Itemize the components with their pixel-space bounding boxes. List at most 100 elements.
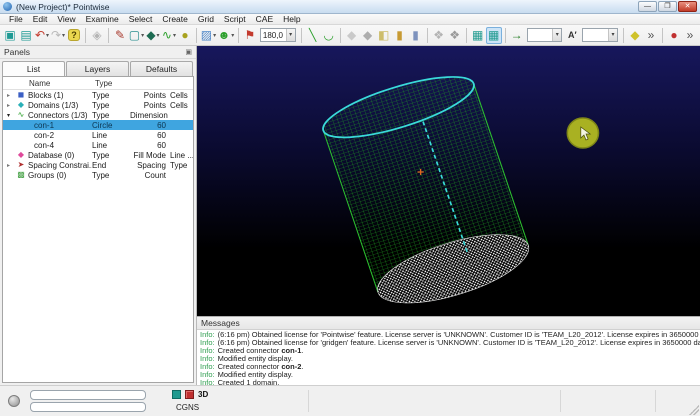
dropdown-caret-icon[interactable]: ▾ xyxy=(173,32,176,39)
menu-help[interactable]: Help xyxy=(278,14,305,24)
dimension-combo[interactable]: ▾ xyxy=(582,28,618,42)
trackball-button[interactable]: ● xyxy=(177,27,193,44)
show-hide-button[interactable]: ◈ xyxy=(89,27,105,44)
tree-column-name[interactable]: Name xyxy=(3,79,95,88)
tree-row-connectors-1-3[interactable]: ▾∿Connectors (1/3)TypeDimension xyxy=(3,110,193,120)
solve-grid-selected-button[interactable]: ▦ xyxy=(486,27,502,44)
dropdown-caret-icon[interactable]: ▾ xyxy=(231,32,234,39)
spacing-combo[interactable]: ▾ xyxy=(527,28,563,42)
dropdown-arrow-icon[interactable]: ▾ xyxy=(552,29,561,41)
dropdown-caret-icon[interactable]: ▾ xyxy=(141,32,144,39)
two-point-line-button[interactable]: ╲ xyxy=(305,27,321,44)
domain-structured-button[interactable]: ◆ xyxy=(344,27,360,44)
tab-list[interactable]: List xyxy=(2,61,65,76)
dropdown-caret-icon[interactable]: ▾ xyxy=(157,32,160,39)
mask-button[interactable]: ☻▾ xyxy=(217,27,235,44)
menu-grid[interactable]: Grid xyxy=(193,14,219,24)
messages-header: Messages ▣ × xyxy=(197,317,700,330)
export-button[interactable]: ▤ xyxy=(18,27,34,44)
dropdown-arrow-icon[interactable]: ▾ xyxy=(286,29,295,41)
trim-surface-button[interactable]: ◧ xyxy=(376,27,392,44)
assemble-block-blue-button[interactable]: ▮ xyxy=(408,27,424,44)
assemble-special-2-button[interactable]: ❖ xyxy=(447,27,463,44)
redo-button[interactable]: ↷▾ xyxy=(50,27,66,44)
curve-button[interactable]: ◡ xyxy=(321,27,337,44)
status-divider xyxy=(560,390,561,412)
tree-row-spacing-constrai[interactable]: ▸➤Spacing Constrai...EndSpacingType xyxy=(3,160,193,170)
tab-layers[interactable]: Layers xyxy=(66,61,129,76)
help-icon: ? xyxy=(68,29,80,41)
expander-icon[interactable]: ▸ xyxy=(3,92,14,99)
overflow-2-button[interactable]: » xyxy=(682,27,698,44)
tree-row-domains-1-3[interactable]: ▸◆Domains (1/3)TypePointsCells xyxy=(3,100,193,110)
panels-float-icon[interactable]: ▣ xyxy=(185,48,192,56)
menu-file[interactable]: File xyxy=(4,14,28,24)
tree-row-groups-0[interactable]: ▩Groups (0)TypeCount xyxy=(3,170,193,180)
menu-view[interactable]: View xyxy=(52,14,80,24)
dropdown-caret-icon[interactable]: ▾ xyxy=(46,32,49,39)
spacing-icon: ➤ xyxy=(14,160,28,170)
undo-button[interactable]: ↶▾ xyxy=(34,27,50,44)
tree-row-database-0[interactable]: ◆Database (0)TypeFill ModeLine ... xyxy=(3,150,193,160)
maximize-button[interactable]: ❐ xyxy=(658,1,677,12)
resize-grip[interactable] xyxy=(689,405,699,415)
display-attributes-button[interactable]: ✎ xyxy=(112,27,128,44)
entity-col4: Cells xyxy=(170,91,194,100)
dropdown-caret-icon[interactable]: ▾ xyxy=(213,32,216,39)
solver-cube-icon[interactable] xyxy=(185,390,194,399)
entity-name: con-1 xyxy=(28,121,92,130)
display-3d-viewport[interactable] xyxy=(197,46,700,316)
examine-button[interactable]: ● xyxy=(666,27,682,44)
groups-icon: ▩ xyxy=(14,170,28,180)
menu-edit[interactable]: Edit xyxy=(28,14,53,24)
assemble-block-gold-button[interactable]: ▮ xyxy=(392,27,408,44)
tree-row-blocks-1[interactable]: ▸◼Blocks (1)TypePointsCells xyxy=(3,90,193,100)
save-button[interactable]: ▣ xyxy=(2,27,18,44)
shade-button[interactable]: ◆▾ xyxy=(145,27,161,44)
menu-select[interactable]: Select xyxy=(124,14,158,24)
expander-icon[interactable]: ▸ xyxy=(3,102,14,109)
status-divider xyxy=(308,390,309,412)
entity-col3: Count xyxy=(130,171,170,180)
export-icon: ▤ xyxy=(20,28,31,43)
domain-unstructured-button[interactable]: ◆ xyxy=(360,27,376,44)
overflow-1-button[interactable]: » xyxy=(643,27,659,44)
minimize-button[interactable]: — xyxy=(638,1,657,12)
surface-fit-button[interactable]: ◆ xyxy=(627,27,643,44)
status-field-2[interactable] xyxy=(30,402,146,412)
status-field-1[interactable] xyxy=(30,390,146,400)
dimension-text-button[interactable]: A′ xyxy=(564,27,580,44)
spacing-button[interactable]: → xyxy=(509,27,525,44)
dimension-flag-icon: ⚑ xyxy=(245,28,256,43)
angle-combo[interactable]: 180,0▾ xyxy=(260,28,296,42)
entity-name: Groups (0) xyxy=(28,171,92,180)
dimension-mode-label[interactable]: 3D xyxy=(198,390,208,399)
menu-examine[interactable]: Examine xyxy=(81,14,124,24)
menu-create[interactable]: Create xyxy=(157,14,193,24)
menu-script[interactable]: Script xyxy=(219,14,251,24)
tab-defaults[interactable]: Defaults xyxy=(130,61,193,76)
snapshot-button[interactable]: ▨▾ xyxy=(200,27,217,44)
expander-icon[interactable]: ▾ xyxy=(3,112,14,119)
dimension-flag-button[interactable]: ⚑ xyxy=(242,27,258,44)
tree-row-con-2[interactable]: con-2Line60 xyxy=(3,130,193,140)
tree-column-type[interactable]: Type xyxy=(95,79,193,88)
dropdown-arrow-icon[interactable]: ▾ xyxy=(608,29,617,41)
dropdown-caret-icon[interactable]: ▾ xyxy=(62,32,65,39)
tree-row-con-4[interactable]: con-4Line60 xyxy=(3,140,193,150)
menu-bar: FileEditViewExamineSelectCreateGridScrip… xyxy=(0,14,700,25)
layer-indicator-icon[interactable] xyxy=(172,390,181,399)
overflow-1-icon: » xyxy=(648,28,655,43)
help-button[interactable]: ? xyxy=(66,27,82,44)
save-icon: ▣ xyxy=(4,28,15,43)
expander-icon[interactable]: ▸ xyxy=(3,162,14,169)
tree-row-con-1[interactable]: con-1Circle60 xyxy=(3,120,193,130)
assemble-special-1-button[interactable]: ❖ xyxy=(431,27,447,44)
create-connector-button[interactable]: ∿▾ xyxy=(161,27,177,44)
close-button[interactable]: ✕ xyxy=(678,1,697,12)
view-style-button[interactable]: ▢▾ xyxy=(128,27,145,44)
panels-header: Panels ▣ xyxy=(0,46,196,59)
display-attributes-icon: ✎ xyxy=(115,28,125,43)
solve-grid-button[interactable]: ▦ xyxy=(470,27,486,44)
menu-cae[interactable]: CAE xyxy=(251,14,278,24)
